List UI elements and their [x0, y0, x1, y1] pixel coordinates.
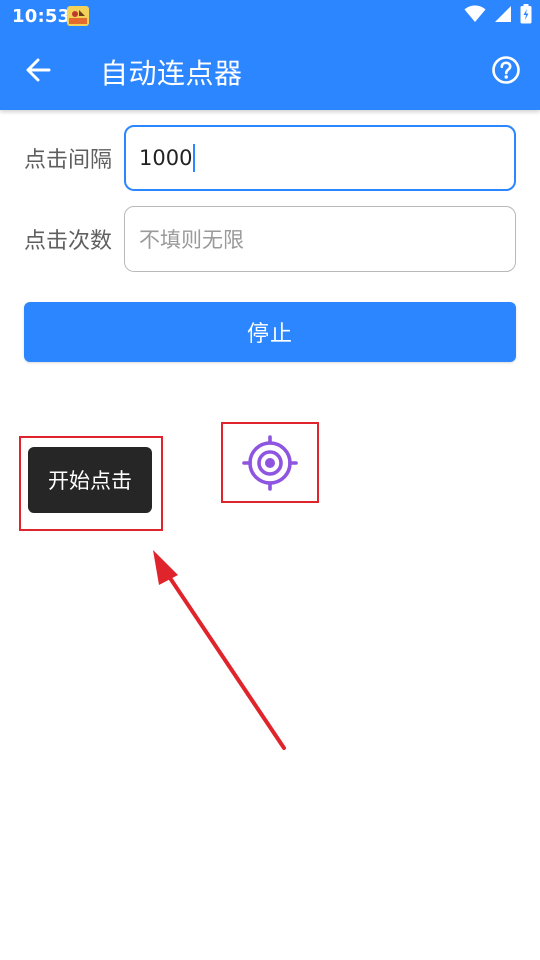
stop-button[interactable]: 停止 — [24, 302, 516, 362]
help-button[interactable] — [486, 52, 526, 92]
page-title: 自动连点器 — [100, 57, 243, 90]
count-label: 点击次数 — [24, 229, 113, 254]
battery-charging-icon — [520, 4, 532, 28]
interval-row: 点击间隔 1000 — [0, 125, 540, 191]
count-placeholder: 不填则无限 — [139, 228, 244, 252]
status-icons — [464, 4, 532, 28]
screen: 10:53 自动连点器 点击间隔 1000 点击次数 不填则无限 停止 开始点击 — [0, 0, 540, 960]
status-time: 10:53 — [12, 6, 71, 27]
text-cursor — [193, 144, 196, 172]
wifi-icon — [464, 5, 486, 27]
interval-label: 点击间隔 — [24, 148, 113, 173]
help-icon — [491, 55, 521, 89]
interval-input[interactable]: 1000 — [124, 125, 516, 191]
crosshair-target-icon[interactable] — [241, 434, 299, 492]
top-bar: 10:53 自动连点器 — [0, 0, 540, 110]
back-arrow-icon — [25, 57, 51, 87]
count-input[interactable]: 不填则无限 — [124, 206, 516, 272]
app-bar: 自动连点器 — [0, 34, 540, 110]
back-button[interactable] — [16, 50, 60, 94]
interval-value: 1000 — [139, 146, 193, 170]
app-notification-icon — [67, 6, 89, 26]
start-click-button[interactable]: 开始点击 — [28, 447, 152, 513]
cellular-signal-icon — [494, 5, 512, 27]
count-row: 点击次数 不填则无限 — [0, 206, 540, 272]
status-bar: 10:53 — [0, 0, 540, 34]
